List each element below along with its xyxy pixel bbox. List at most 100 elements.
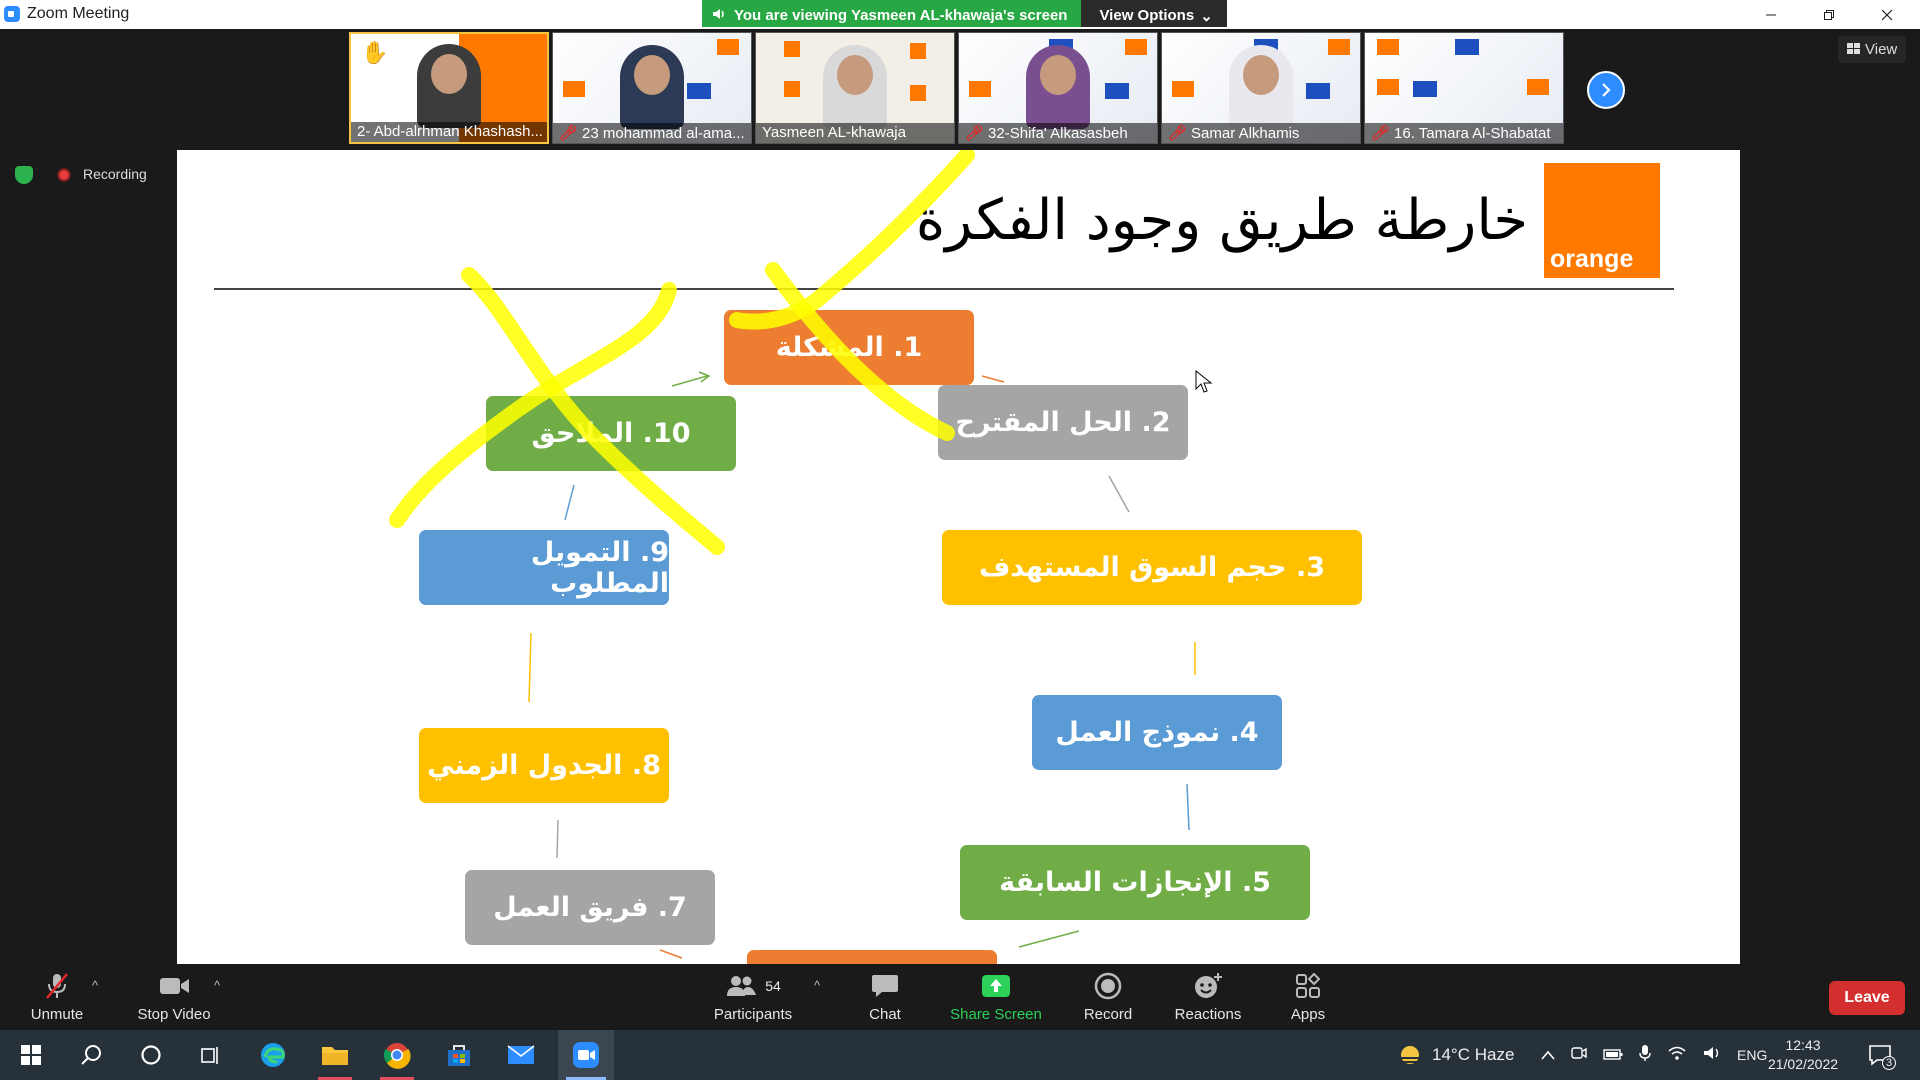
close-button[interactable] xyxy=(1858,0,1916,29)
step-box-3: 3. حجم السوق المستهدف xyxy=(942,530,1362,605)
smiley-plus-icon xyxy=(1193,972,1223,1000)
meeting-toolbar: Unmute ^ Stop Video ^ 54 Participants ^ … xyxy=(0,964,1920,1030)
start-button[interactable] xyxy=(6,1030,56,1080)
show-hidden-icons-chevron-icon[interactable] xyxy=(1541,1047,1555,1064)
taskbar-mail[interactable] xyxy=(496,1030,546,1080)
grid-icon xyxy=(1847,41,1860,58)
participants-options-caret[interactable]: ^ xyxy=(814,978,820,993)
participant-tile[interactable]: 🎤︎ 23 mohammad al-ama... xyxy=(552,32,752,144)
record-icon xyxy=(1093,972,1123,1000)
step-box-7: 7. فريق العمل xyxy=(465,870,715,945)
minimize-button[interactable] xyxy=(1742,0,1800,29)
orange-logo-text: orange xyxy=(1550,245,1634,273)
step-box-6 xyxy=(747,950,997,964)
taskbar-file-explorer[interactable] xyxy=(310,1030,360,1080)
chat-label: Chat xyxy=(869,1006,901,1023)
stop-video-label: Stop Video xyxy=(137,1006,211,1023)
chat-button[interactable]: Chat xyxy=(860,964,910,1030)
recording-icon xyxy=(57,168,71,182)
record-label: Record xyxy=(1083,1006,1133,1023)
mic-muted-icon: 🎤︎ xyxy=(1371,125,1391,142)
title-bar: Zoom Meeting You are viewing Yasmeen AL-… xyxy=(0,0,1920,29)
weather-widget[interactable]: 14°C Haze xyxy=(1398,1030,1514,1080)
participant-tile[interactable]: 🎤︎ 16. Tamara Al-Shabatat xyxy=(1364,32,1564,144)
share-banner-text: You are viewing Yasmeen AL-khawaja's scr… xyxy=(734,7,1068,24)
share-screen-icon xyxy=(981,972,1011,1000)
slide-divider xyxy=(214,288,1674,290)
record-button[interactable]: Record xyxy=(1080,964,1136,1030)
taskbar-chrome[interactable] xyxy=(372,1030,422,1080)
battery-icon[interactable] xyxy=(1603,1047,1623,1064)
participants-button[interactable]: 54 Participants xyxy=(706,964,800,1030)
taskbar-store[interactable] xyxy=(434,1030,484,1080)
edge-icon xyxy=(261,1043,285,1067)
participant-tile[interactable]: ✋ 2- Abd-alrhman Khashash... xyxy=(349,32,549,144)
participant-name: 2- Abd-alrhman Khashash... xyxy=(357,123,543,140)
orange-logo: orange xyxy=(1544,163,1660,278)
windows-logo-icon xyxy=(21,1045,41,1065)
participant-tile[interactable]: 🎤︎ Samar Alkhamis xyxy=(1161,32,1361,144)
participants-icon xyxy=(727,976,757,996)
apps-button[interactable]: Apps xyxy=(1283,964,1333,1030)
cortana-button[interactable] xyxy=(126,1030,176,1080)
view-options-button[interactable]: View Options ⌄ xyxy=(1081,0,1227,27)
unmute-button[interactable]: Unmute xyxy=(18,964,96,1030)
task-view-button[interactable] xyxy=(186,1030,236,1080)
restore-button[interactable] xyxy=(1800,0,1858,29)
reactions-button[interactable]: Reactions xyxy=(1170,964,1246,1030)
task-view-icon xyxy=(201,1047,218,1064)
next-page-button[interactable] xyxy=(1587,71,1625,109)
search-icon xyxy=(81,1045,101,1065)
participant-name: Yasmeen AL-khawaja xyxy=(762,124,906,141)
share-screen-label: Share Screen xyxy=(950,1006,1042,1023)
participant-tile[interactable]: 🎤︎ 32-Shifa' Alkasasbeh xyxy=(958,32,1158,144)
share-bar: You are viewing Yasmeen AL-khawaja's scr… xyxy=(702,0,1227,27)
window-title: Zoom Meeting xyxy=(27,5,130,22)
clock[interactable]: 12:43 21/02/2022 xyxy=(1766,1030,1840,1080)
encryption-shield-icon[interactable] xyxy=(15,166,33,184)
taskbar-zoom[interactable] xyxy=(558,1030,614,1080)
arrow-10-to-1 xyxy=(671,375,708,387)
chevron-down-icon: ⌄ xyxy=(1200,7,1213,25)
zoom-icon xyxy=(573,1042,599,1068)
share-screen-button[interactable]: Share Screen xyxy=(946,964,1046,1030)
participant-name: 32-Shifa' Alkasasbeh xyxy=(988,125,1128,142)
notifications-button[interactable]: 3 xyxy=(1868,1030,1897,1080)
weather-haze-icon xyxy=(1401,1046,1419,1064)
language-indicator[interactable]: ENG xyxy=(1737,1047,1767,1063)
chrome-icon xyxy=(383,1043,411,1069)
microphone-icon[interactable] xyxy=(1639,1044,1651,1066)
video-options-caret[interactable]: ^ xyxy=(214,978,220,993)
participant-tile[interactable]: Yasmeen AL-khawaja xyxy=(755,32,955,144)
volume-icon[interactable] xyxy=(1703,1045,1721,1065)
recording-label: Recording xyxy=(83,166,147,182)
weather-text: 14°C Haze xyxy=(1432,1045,1515,1064)
unmute-label: Unmute xyxy=(30,1006,84,1023)
arrow-head xyxy=(698,371,711,383)
mic-muted-icon: 🎤︎ xyxy=(965,125,985,142)
participants-label: Participants xyxy=(713,1006,793,1023)
slide-title: خارطة طريق وجود الفكرة xyxy=(915,188,1528,253)
clock-time: 12:43 xyxy=(1785,1037,1821,1053)
leave-button[interactable]: Leave xyxy=(1829,981,1905,1015)
mic-muted-icon: 🎤︎ xyxy=(559,125,579,142)
meet-now-icon[interactable] xyxy=(1571,1046,1587,1064)
stop-video-button[interactable]: Stop Video xyxy=(134,964,214,1030)
step-box-9: 9. التمويل المطلوب xyxy=(419,530,669,605)
raised-hand-icon: ✋ xyxy=(361,40,389,65)
step-box-2: 2. الحل المقترح xyxy=(938,385,1188,460)
wifi-icon[interactable] xyxy=(1667,1045,1687,1065)
step-box-4: 4. نموذج العمل xyxy=(1032,695,1282,770)
arrow-9-to-10 xyxy=(564,484,575,521)
view-button[interactable]: View xyxy=(1838,36,1907,63)
step-box-5: 5. الإنجازات السابقة xyxy=(960,845,1310,920)
arrow-6-to-7 xyxy=(659,949,683,959)
arrow-8-to-9 xyxy=(528,632,532,703)
zoom-app-icon xyxy=(4,6,20,22)
audio-options-caret[interactable]: ^ xyxy=(92,978,98,993)
mouse-cursor-icon xyxy=(1195,370,1213,393)
search-button[interactable] xyxy=(66,1030,116,1080)
view-options-label: View Options xyxy=(1099,7,1195,24)
taskbar-edge[interactable] xyxy=(248,1030,298,1080)
mic-muted-icon xyxy=(42,972,72,1000)
